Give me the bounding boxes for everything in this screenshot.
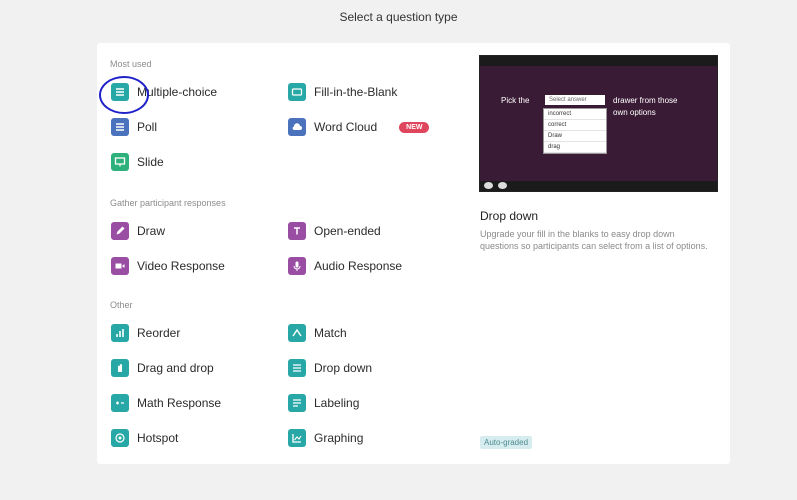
item-reorder[interactable]: Reorder xyxy=(111,324,180,342)
math-icon xyxy=(111,394,129,412)
item-label: Graphing xyxy=(314,431,364,445)
preview-text-right-2: own options xyxy=(613,108,656,117)
page-title: Select a question type xyxy=(339,10,458,24)
item-match[interactable]: Match xyxy=(288,324,347,342)
preview-option: correct xyxy=(544,120,606,131)
target-icon xyxy=(111,429,129,447)
preview-description: Upgrade your fill in the blanks to easy … xyxy=(480,229,708,251)
section-other: Other xyxy=(110,300,133,310)
question-type-panel: Most used Multiple-choice Fill-in-the-Bl… xyxy=(97,43,730,464)
bar-chart-icon xyxy=(111,324,129,342)
preview-dropdown-menu: incorrect correct Draw drag xyxy=(543,108,607,154)
item-label: Word Cloud xyxy=(314,120,378,134)
dropdown-icon xyxy=(288,359,306,377)
new-badge: NEW xyxy=(399,121,430,133)
slide-icon xyxy=(111,153,129,171)
video-icon xyxy=(111,257,129,275)
item-poll[interactable]: Poll xyxy=(111,118,157,136)
item-open-ended[interactable]: Open-ended xyxy=(288,222,381,240)
pencil-icon xyxy=(111,222,129,240)
input-box-icon xyxy=(288,83,306,101)
item-multiple-choice[interactable]: Multiple-choice xyxy=(111,83,217,101)
item-label: Poll xyxy=(137,120,158,134)
item-label: Draw xyxy=(137,224,166,238)
auto-graded-badge: Auto-graded xyxy=(480,436,533,449)
item-video-response[interactable]: Video Response xyxy=(111,257,225,275)
preview-top-bar xyxy=(480,56,717,66)
item-label: Labeling xyxy=(314,396,360,410)
item-label: Audio Response xyxy=(314,259,403,273)
match-icon xyxy=(288,324,306,342)
item-label: Math Response xyxy=(137,396,222,410)
list-icon xyxy=(111,83,129,101)
item-audio-response[interactable]: Audio Response xyxy=(288,257,402,275)
item-draw[interactable]: Draw xyxy=(111,222,165,240)
item-math-response[interactable]: Math Response xyxy=(111,394,221,412)
item-label: Reorder xyxy=(137,326,181,340)
item-drag-and-drop[interactable]: Drag and drop xyxy=(111,359,214,377)
preview-option: Draw xyxy=(544,131,606,142)
section-most-used: Most used xyxy=(110,59,152,69)
cloud-icon xyxy=(288,118,306,136)
item-label: Hotspot xyxy=(137,431,179,445)
item-graphing[interactable]: Graphing xyxy=(288,429,363,447)
graph-icon xyxy=(288,429,306,447)
text-icon xyxy=(288,222,306,240)
item-word-cloud[interactable]: Word Cloud NEW xyxy=(288,118,430,136)
section-gather: Gather participant responses xyxy=(110,198,226,208)
preview-text-right: drawer from those xyxy=(613,96,678,105)
hand-icon xyxy=(111,359,129,377)
item-label: Match xyxy=(314,326,347,340)
item-label: Open-ended xyxy=(314,224,381,238)
item-drop-down[interactable]: Drop down xyxy=(288,359,372,377)
label-icon xyxy=(288,394,306,412)
poll-icon xyxy=(111,118,129,136)
preview-text-left: Pick the xyxy=(501,96,530,105)
preview-option: drag xyxy=(544,142,606,153)
preview-title: Drop down xyxy=(480,209,539,223)
item-hotspot[interactable]: Hotspot xyxy=(111,429,178,447)
item-label: Drop down xyxy=(314,361,373,375)
item-fill-in-the-blank[interactable]: Fill-in-the-Blank xyxy=(288,83,397,101)
item-label: Video Response xyxy=(137,259,225,273)
preview-image: Pick the Select answer drawer from those… xyxy=(479,55,718,192)
item-label: Slide xyxy=(137,155,164,169)
preview-bottom-bar xyxy=(480,181,717,191)
microphone-icon xyxy=(288,257,306,275)
item-label: Multiple-choice xyxy=(137,85,218,99)
item-slide[interactable]: Slide xyxy=(111,153,164,171)
preview-dot xyxy=(498,182,507,189)
preview-select: Select answer xyxy=(545,95,605,105)
preview-option: incorrect xyxy=(544,109,606,120)
item-label: Fill-in-the-Blank xyxy=(314,85,398,99)
item-labeling[interactable]: Labeling xyxy=(288,394,359,412)
item-label: Drag and drop xyxy=(137,361,214,375)
preview-dot xyxy=(484,182,493,189)
